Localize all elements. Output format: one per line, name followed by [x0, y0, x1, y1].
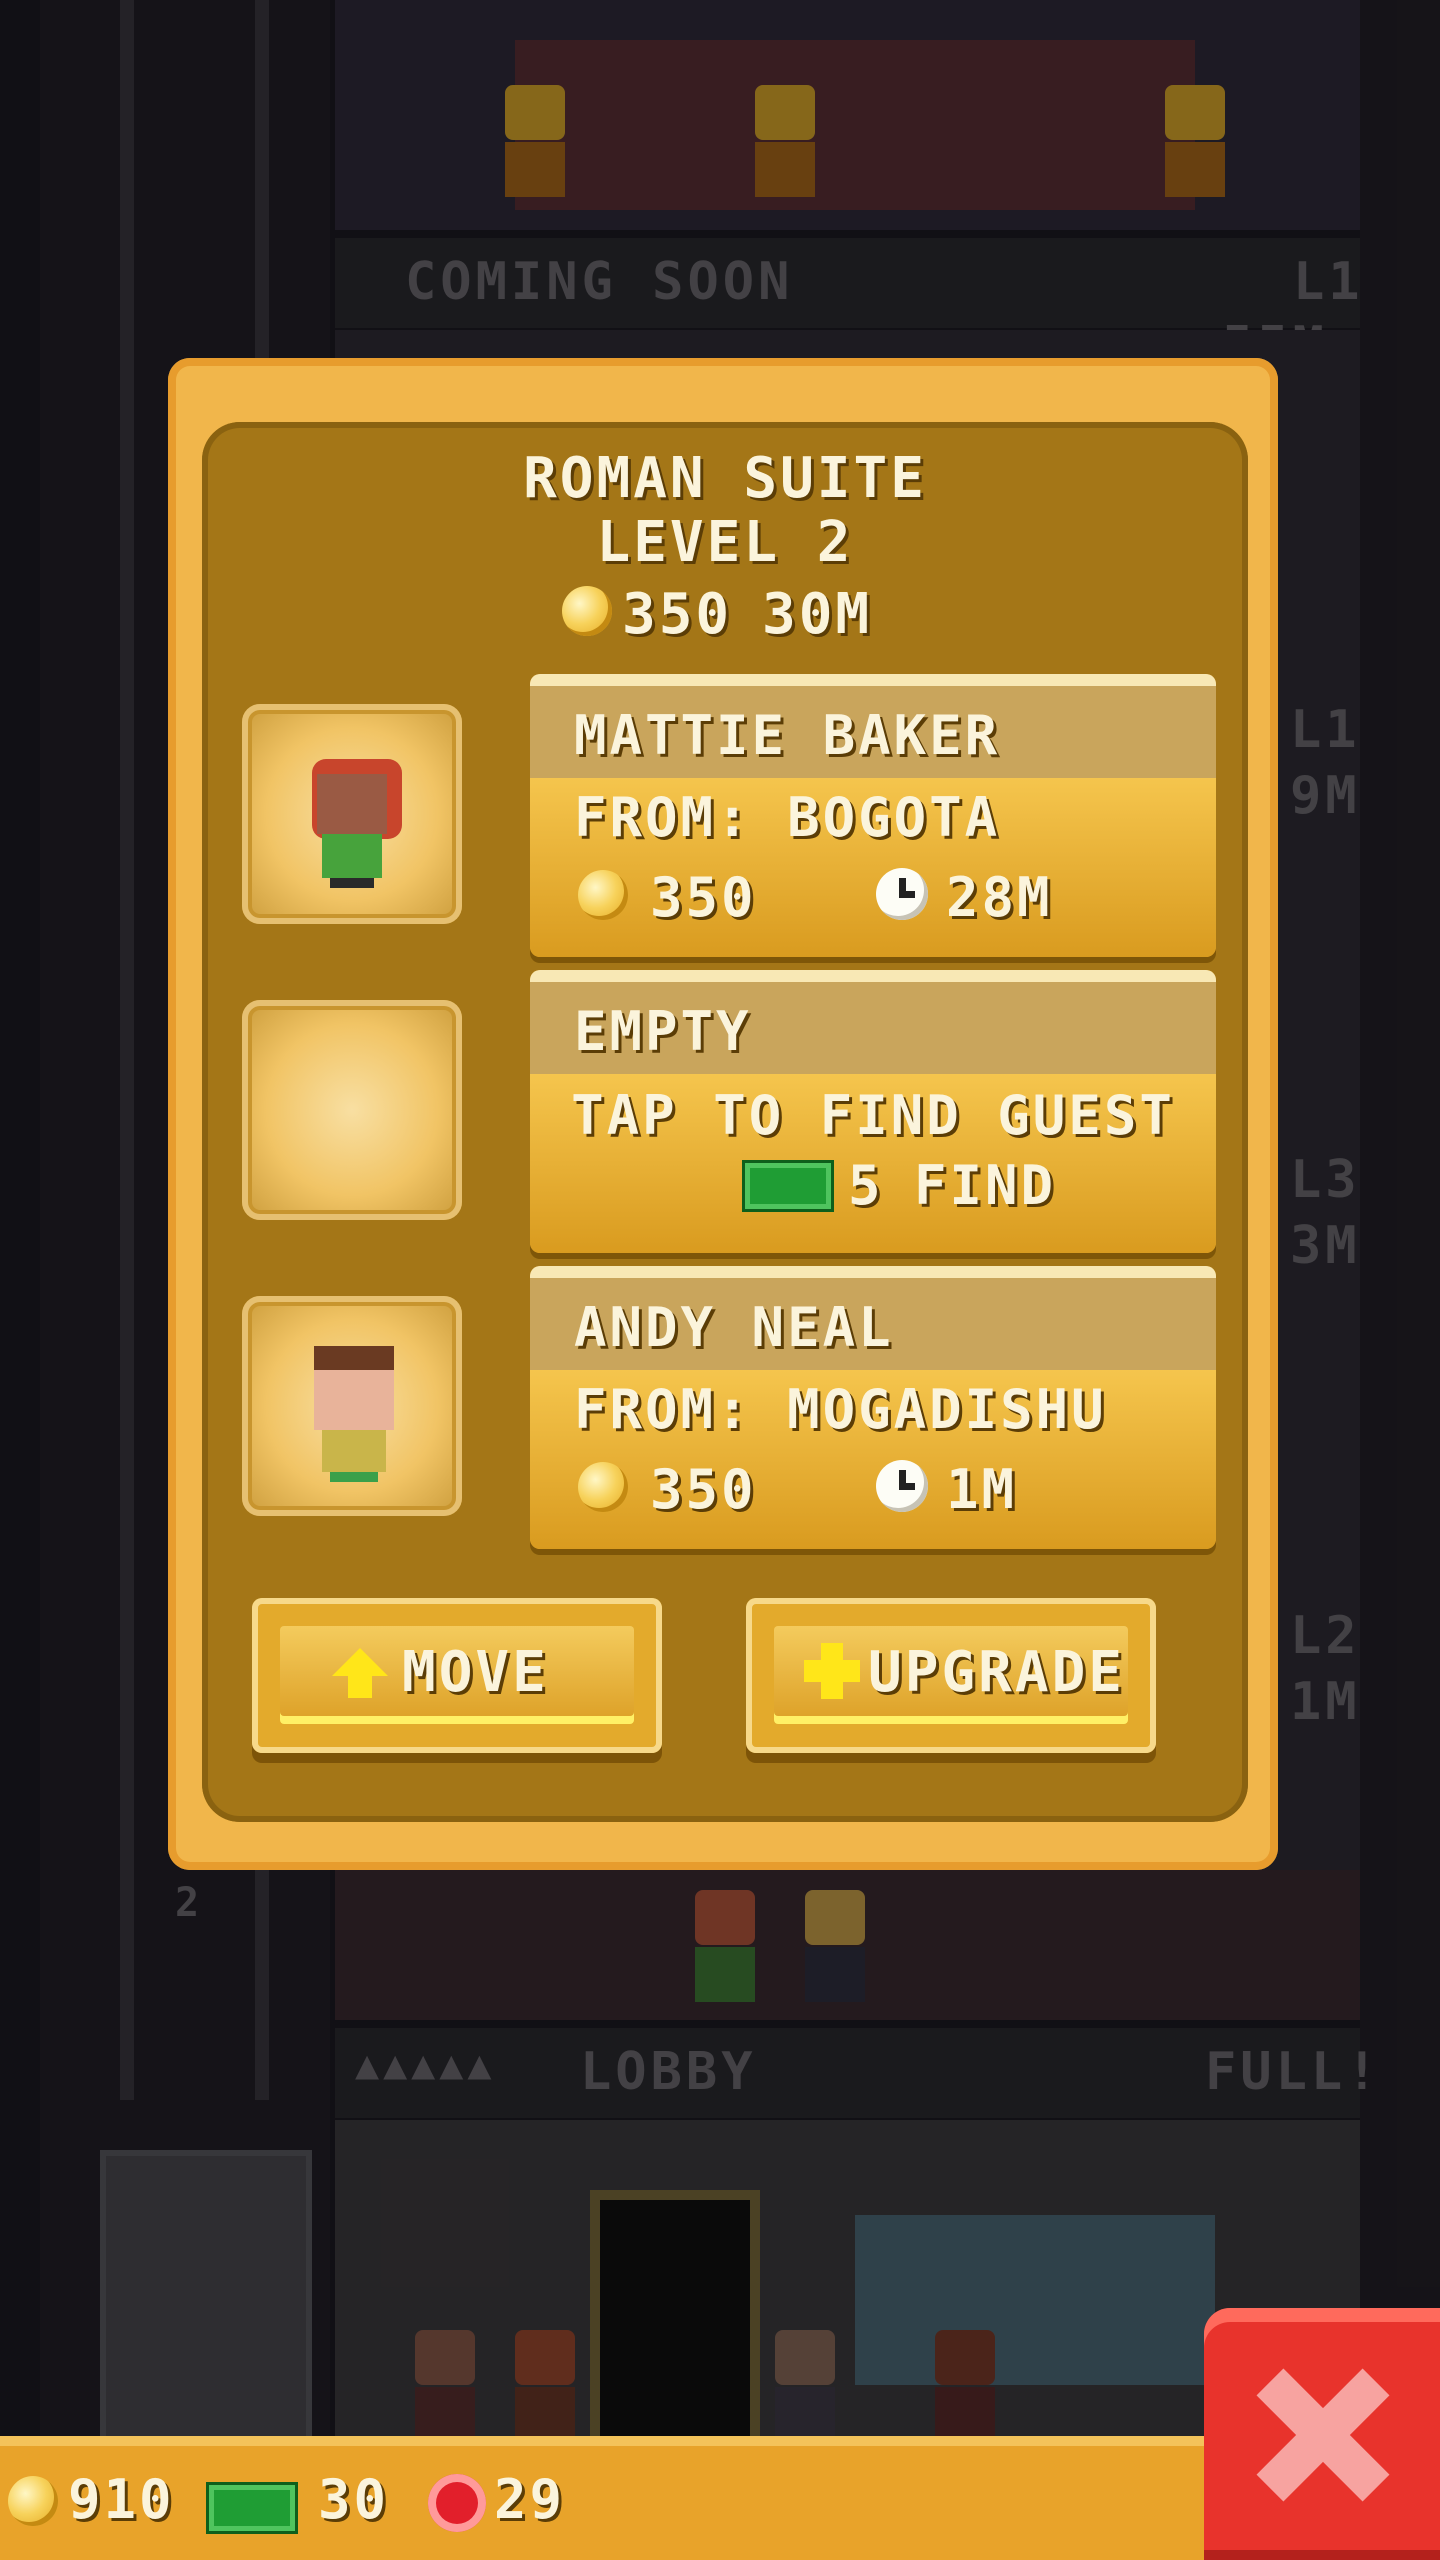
cash-icon: [742, 1160, 834, 1212]
guest-name: ANDY NEAL: [574, 1296, 894, 1359]
clock-icon: [876, 1460, 928, 1512]
guest-time: 1M: [946, 1458, 1018, 1521]
ticket-balance: 29: [494, 2468, 566, 2531]
guest-origin: FROM: BOGOTA: [574, 786, 1001, 849]
move-button[interactable]: MOVE: [252, 1598, 662, 1753]
find-guest-prompt[interactable]: TAP TO FIND GUEST: [530, 1084, 1216, 1147]
move-label: MOVE: [402, 1640, 549, 1705]
cash-icon: [206, 2482, 298, 2534]
coin-icon: [8, 2476, 58, 2526]
guest-card-3[interactable]: ANDY NEAL FROM: MOGADISHU 350 1M: [530, 1266, 1216, 1549]
guest-card-1[interactable]: MATTIE BAKER FROM: BOGOTA 350 28M: [530, 674, 1216, 957]
guest-face: [317, 774, 387, 834]
guest-time: 28M: [946, 866, 1053, 929]
coin-icon: [578, 870, 628, 920]
modal-panel: ROMAN SUITE LEVEL 2 350 30M MATTIE BAKER…: [202, 422, 1248, 1822]
room-name: ROMAN SUITE: [523, 446, 927, 511]
guest-body: [322, 834, 382, 878]
plus-icon-vertical: [821, 1643, 843, 1699]
close-button[interactable]: [1204, 2308, 1440, 2560]
guest-origin: FROM: MOGADISHU: [574, 1378, 1107, 1441]
guest-name: MATTIE BAKER: [574, 704, 1001, 767]
room-info-modal: ROMAN SUITE LEVEL 2 350 30M MATTIE BAKER…: [168, 358, 1278, 1870]
guest-body: [322, 1430, 386, 1472]
guest-face: [314, 1370, 394, 1430]
arrow-up-icon: [332, 1648, 388, 1676]
room-earnings: 350 30M: [562, 582, 922, 647]
guest-portrait-3[interactable]: [242, 1296, 462, 1516]
find-cost: 5: [848, 1154, 884, 1217]
coin-icon: [562, 586, 612, 636]
coin-balance: 910: [68, 2468, 175, 2531]
guest-card-empty[interactable]: EMPTY TAP TO FIND GUEST 5 FIND: [530, 970, 1216, 1253]
ticket-icon: [428, 2474, 486, 2532]
guest-portrait-empty[interactable]: [242, 1000, 462, 1220]
upgrade-button[interactable]: UPGRADE: [746, 1598, 1156, 1753]
find-label: FIND: [914, 1154, 1057, 1217]
room-level: LEVEL 2: [596, 510, 854, 575]
arrow-up-icon-stem: [348, 1674, 372, 1698]
guest-feet: [330, 1472, 378, 1482]
coin-icon: [578, 1462, 628, 1512]
clock-icon: [876, 868, 928, 920]
bux-balance: 30: [318, 2468, 390, 2531]
empty-slot-label: EMPTY: [574, 1000, 752, 1063]
upgrade-label: UPGRADE: [868, 1640, 1126, 1705]
guest-portrait-1[interactable]: [242, 704, 462, 924]
earnings-amount: 350: [622, 582, 733, 647]
guest-coins: 350: [650, 1458, 757, 1521]
guest-feet: [330, 878, 374, 888]
guest-coins: 350: [650, 866, 757, 929]
earnings-time: 30M: [762, 582, 873, 647]
